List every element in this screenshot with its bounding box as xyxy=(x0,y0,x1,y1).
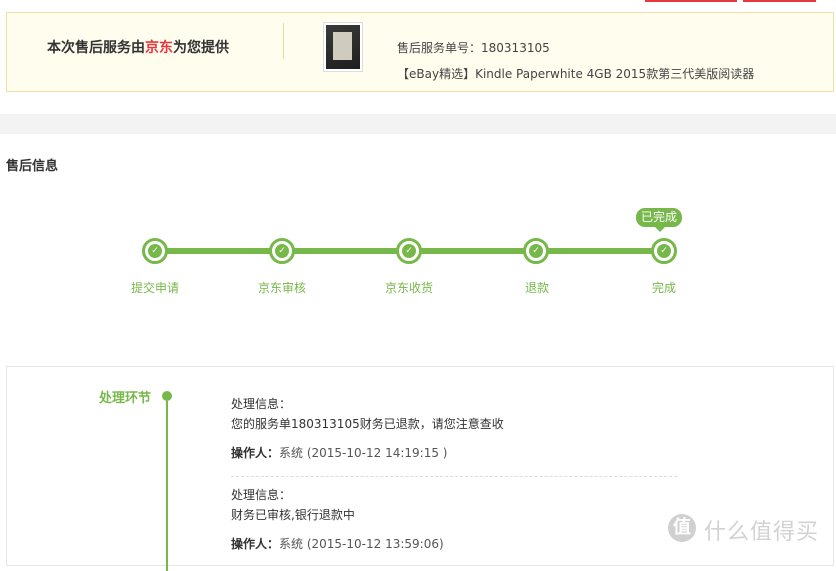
record-1-op-text: 系统 (2015-10-12 14:19:15 ) xyxy=(279,446,448,460)
product-title[interactable]: 【eBay精选】Kindle Paperwhite 4GB 2015款第三代美版… xyxy=(397,65,754,82)
step-node-5: ✓ xyxy=(651,238,677,264)
record-2-op-label: 操作人： xyxy=(231,537,280,551)
check-icon: ✓ xyxy=(275,244,289,258)
check-icon: ✓ xyxy=(529,244,543,258)
watermark-icon: 值 xyxy=(668,514,696,542)
record-divider xyxy=(231,476,677,477)
record-2-info-text: 财务已审核,银行退款中 xyxy=(231,508,355,522)
divider xyxy=(283,23,284,59)
top-action-button-1[interactable] xyxy=(645,0,737,2)
timeline-dot xyxy=(162,391,172,401)
service-number: 180313105 xyxy=(481,41,550,55)
process-label: 处理环节 xyxy=(99,391,152,406)
service-number-label: 售后服务单号： xyxy=(397,41,482,55)
record-2-operator: 操作人：系统 (2015-10-12 13:59:06) xyxy=(231,535,444,552)
step-node-3: ✓ xyxy=(396,238,422,264)
provider-text: 本次售后服务由京东为您提供 xyxy=(47,37,229,57)
step-label-5: 完成 xyxy=(651,281,676,295)
provider-suffix: 为您提供 xyxy=(173,40,229,56)
section-separator xyxy=(0,114,836,134)
product-image xyxy=(326,25,360,69)
check-icon: ✓ xyxy=(148,244,162,258)
step-node-4: ✓ xyxy=(523,238,549,264)
step-node-1: ✓ xyxy=(142,238,168,264)
step-label-1: 提交申请 xyxy=(130,281,179,295)
product-thumbnail[interactable] xyxy=(323,22,363,72)
step-node-2: ✓ xyxy=(269,238,295,264)
record-1-info-text: 您的服务单180313105财务已退款，请您注意查收 xyxy=(231,417,504,431)
service-number-row: 售后服务单号：180313105 xyxy=(397,39,550,56)
step-label-3: 京东收货 xyxy=(384,281,433,295)
provider-prefix: 本次售后服务由 xyxy=(47,40,145,56)
watermark: 值 什么值得买 xyxy=(668,510,828,550)
timeline-line xyxy=(166,401,168,571)
section-title: 售后信息 xyxy=(6,159,59,174)
current-status-bubble: 已完成 xyxy=(636,208,682,232)
step-label-2: 京东审核 xyxy=(257,281,306,295)
check-icon: ✓ xyxy=(402,244,416,258)
provider-banner: 本次售后服务由京东为您提供 售后服务单号：180313105 【eBay精选】K… xyxy=(6,12,834,92)
record-1-op-label: 操作人： xyxy=(231,446,280,460)
step-label-4: 退款 xyxy=(524,281,549,295)
record-2-op-text: 系统 (2015-10-12 13:59:06) xyxy=(279,537,444,551)
record-1-operator: 操作人：系统 (2015-10-12 14:19:15 ) xyxy=(231,444,447,461)
record-2-info-label: 处理信息： xyxy=(231,488,292,502)
check-icon: ✓ xyxy=(657,244,671,258)
top-action-button-2[interactable] xyxy=(743,0,816,2)
watermark-text: 什么值得买 xyxy=(704,520,820,545)
provider-brand: 京东 xyxy=(145,40,173,56)
record-1-info-label: 处理信息： xyxy=(231,397,292,411)
